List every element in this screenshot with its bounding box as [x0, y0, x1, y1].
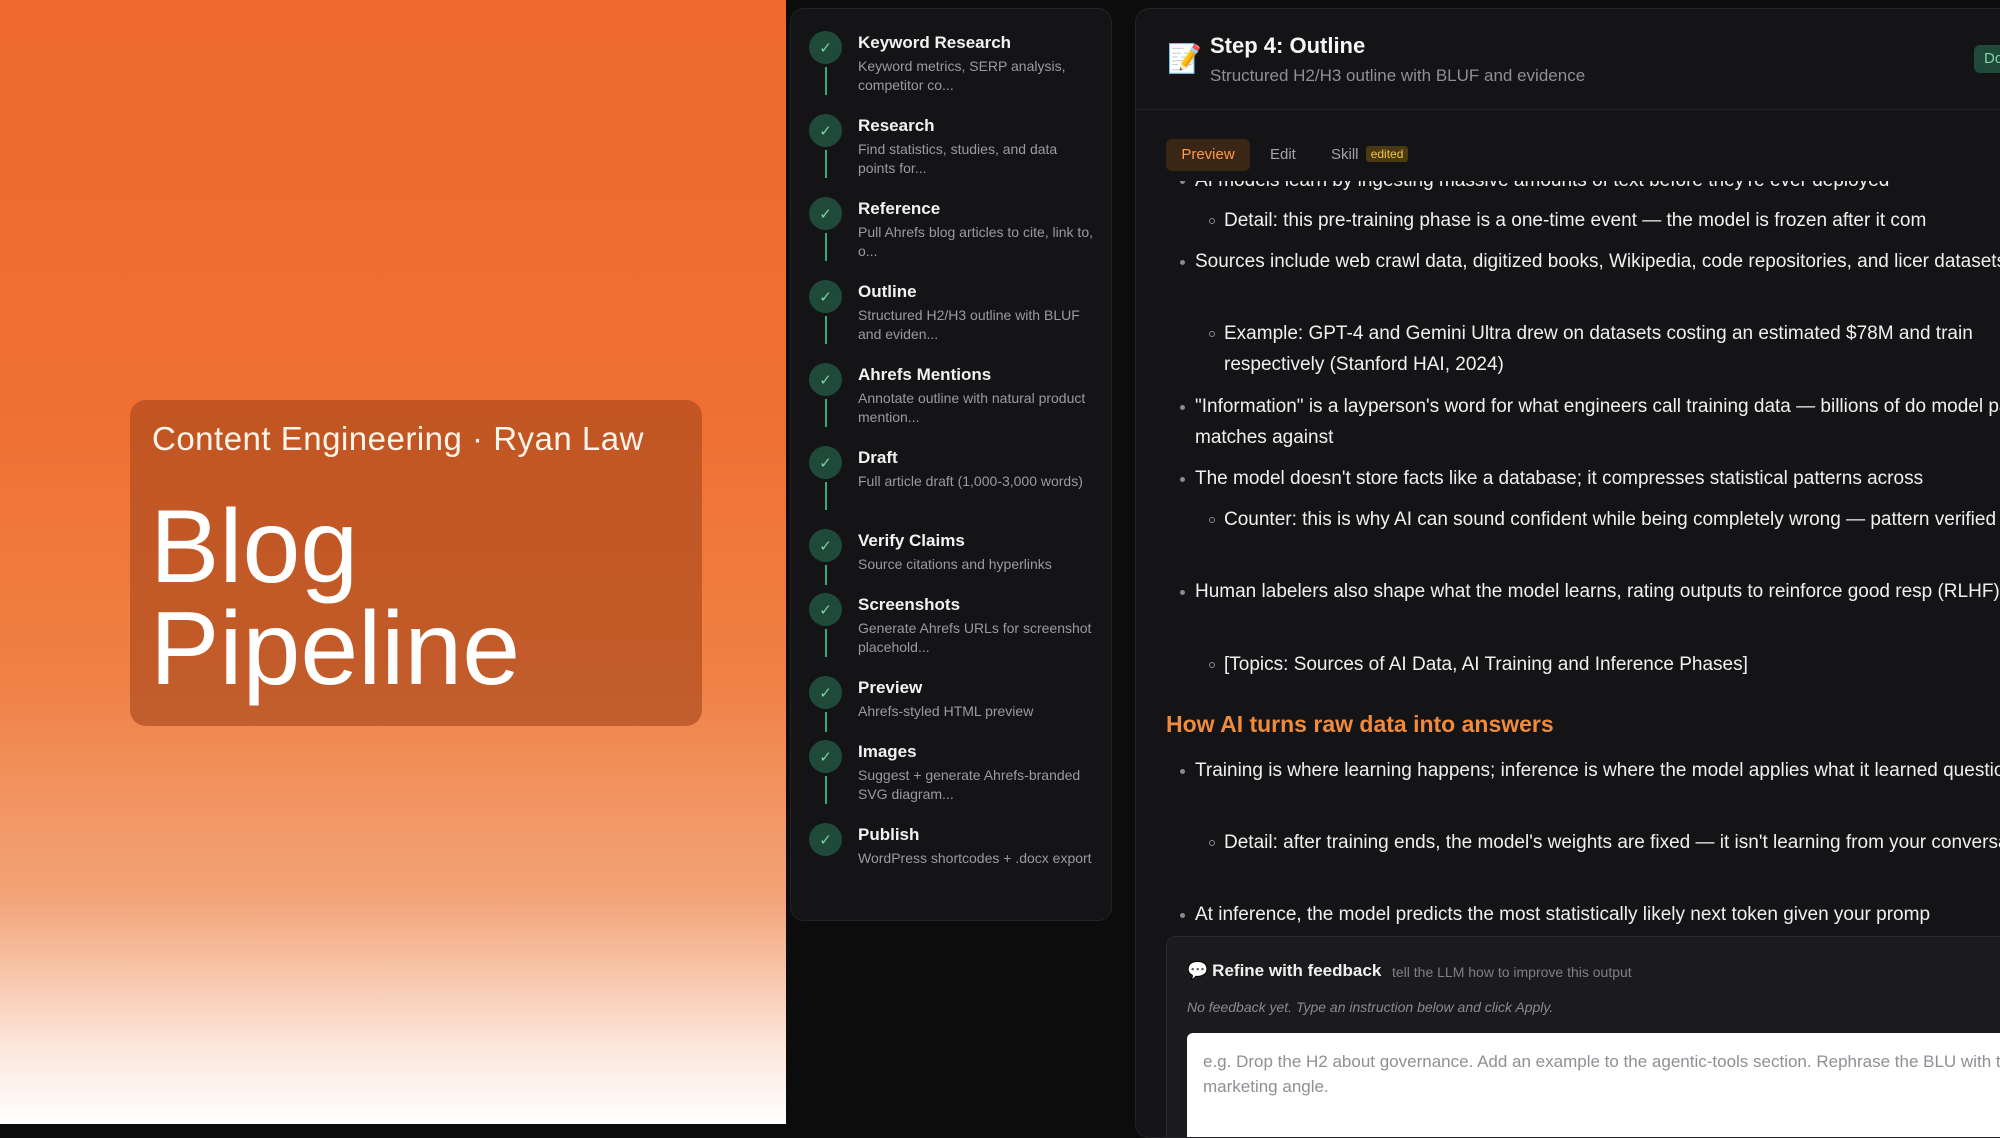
step-title: Images	[858, 742, 917, 761]
step-connector	[825, 565, 827, 585]
feedback-title: 💬 Refine with feedback	[1187, 961, 1381, 981]
feedback-panel: 💬 Refine with feedback tell the LLM how t…	[1166, 936, 2000, 1137]
outline-preview: AI models learn by ingesting massive amo…	[1136, 181, 2000, 931]
step-subheading: Structured H2/H3 outline with BLUF and e…	[1210, 66, 1586, 85]
done-button[interactable]: Do	[1974, 45, 2000, 73]
step-description: Annotate outline with natural product me…	[858, 390, 1086, 425]
list-item: The model doesn't store facts like a dat…	[1180, 463, 2000, 494]
step-connector	[825, 150, 827, 178]
edited-badge: edited	[1365, 146, 1409, 162]
step-heading: Step 4: Outline	[1210, 33, 1366, 58]
tab-skill[interactable]: Skill edited	[1331, 139, 1409, 171]
check-icon: ✓	[809, 197, 842, 230]
list-item: Detail: after training ends, the model's…	[1209, 827, 2000, 858]
step-title: Research	[858, 116, 935, 135]
step-connector	[825, 629, 827, 657]
hero-subtitle: Content Engineering · Ryan Law	[152, 420, 644, 457]
hero-card: Content Engineering · Ryan Law Blog Pipe…	[130, 400, 702, 726]
step-title: Publish	[858, 825, 920, 844]
step-description: Full article draft (1,000-3,000 words)	[858, 473, 1083, 489]
step-connector	[825, 776, 827, 804]
list-item: Example: GPT-4 and Gemini Ultra drew on …	[1209, 318, 2000, 380]
list-item: Sources include web crawl data, digitize…	[1180, 246, 2000, 277]
step-title: Verify Claims	[858, 531, 965, 550]
list-item: Training is where learning happens; infe…	[1180, 755, 2000, 786]
step-description: Pull Ahrefs blog articles to cite, link …	[858, 224, 1093, 259]
list-item: Detail: this pre-training phase is a one…	[1209, 205, 2000, 236]
check-icon: ✓	[809, 676, 842, 709]
step-description: Find statistics, studies, and data point…	[858, 141, 1058, 176]
check-icon: ✓	[809, 31, 842, 64]
step-description: Keyword metrics, SERP analysis, competit…	[858, 58, 1066, 93]
step-title: Ahrefs Mentions	[858, 365, 992, 384]
step-title: Screenshots	[858, 595, 961, 614]
tab-skill-label: Skill	[1331, 146, 1359, 163]
step-description: Generate Ahrefs URLs for screenshot plac…	[858, 620, 1092, 655]
feedback-empty-state: No feedback yet. Type an instruction bel…	[1187, 999, 1554, 1015]
list-item: "Information" is a layperson's word for …	[1180, 391, 2000, 453]
feedback-title-text: Refine with feedback	[1212, 961, 1382, 980]
step-description: WordPress shortcodes + .docx export	[858, 850, 1092, 866]
tab-preview[interactable]: Preview	[1166, 139, 1250, 171]
check-icon: ✓	[809, 823, 842, 856]
hero-title-line-1: Blog	[150, 489, 359, 605]
tab-edit[interactable]: Edit	[1270, 139, 1296, 171]
check-icon: ✓	[809, 114, 842, 147]
check-icon: ✓	[809, 593, 842, 626]
check-icon: ✓	[809, 363, 842, 396]
check-icon: ✓	[809, 740, 842, 773]
step-title: Draft	[858, 448, 898, 467]
feedback-hint: tell the LLM how to improve this output	[1392, 964, 1632, 980]
memo-icon: 📝	[1167, 43, 1202, 74]
list-item: Human labelers also shape what the model…	[1180, 576, 2000, 607]
list-item: Counter: this is why AI can sound confid…	[1209, 504, 2000, 535]
step-detail-panel: 📝 Step 4: Outline Structured H2/H3 outli…	[1135, 8, 2000, 1138]
pipeline-steps-panel: ✓ Keyword Research Keyword metrics, SERP…	[790, 8, 1112, 921]
step-title: Reference	[858, 199, 941, 218]
step-description: Ahrefs-styled HTML preview	[858, 703, 1034, 719]
step-description: Structured H2/H3 outline with BLUF and e…	[858, 307, 1080, 342]
step-description: Source citations and hyperlinks	[858, 556, 1052, 572]
step-connector	[825, 233, 827, 261]
check-icon: ✓	[809, 280, 842, 313]
step-description: Suggest + generate Ahrefs-branded SVG di…	[858, 767, 1081, 802]
step-connector	[825, 399, 827, 427]
hero-banner: Content Engineering · Ryan Law Blog Pipe…	[0, 0, 786, 1124]
header-divider	[1136, 109, 2000, 110]
step-title: Keyword Research	[858, 33, 1012, 52]
feedback-input[interactable]	[1187, 1033, 2000, 1137]
step-connector	[825, 482, 827, 510]
step-title: Preview	[858, 678, 923, 697]
list-item: At inference, the model predicts the mos…	[1180, 899, 2000, 930]
speech-bubble-icon: 💬	[1187, 961, 1209, 980]
step-connector	[825, 67, 827, 95]
hero-title: Blog Pipeline	[150, 489, 521, 707]
step-connector	[825, 712, 827, 732]
step-title: Outline	[858, 282, 917, 301]
step-connector	[825, 316, 827, 344]
list-item: [Topics: Sources of AI Data, AI Training…	[1209, 649, 2000, 680]
hero-title-line-2: Pipeline	[150, 591, 521, 707]
check-icon: ✓	[809, 529, 842, 562]
list-item: AI models learn by ingesting massive amo…	[1180, 181, 2000, 196]
check-icon: ✓	[809, 446, 842, 479]
section-heading: How AI turns raw data into answers	[1166, 711, 1554, 737]
